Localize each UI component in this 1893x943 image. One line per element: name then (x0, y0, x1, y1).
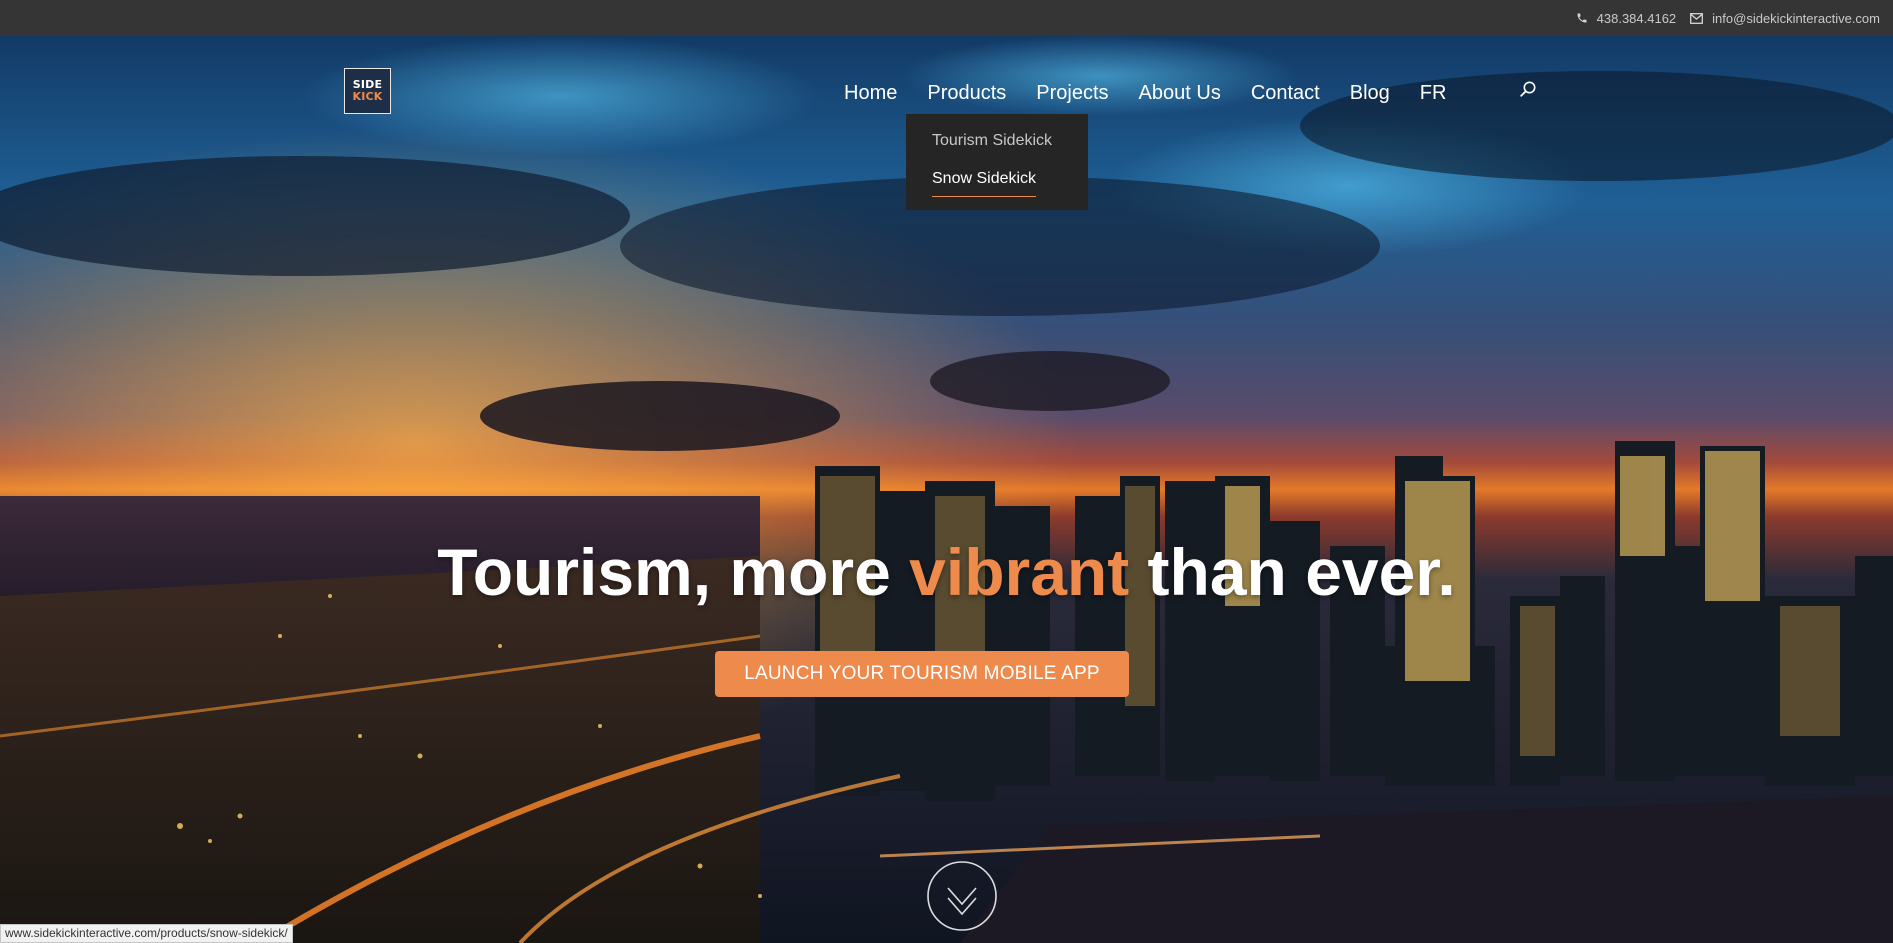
main-nav: Home Products Projects About Us Contact … (844, 78, 1447, 118)
dropdown-item-label: Tourism Sidekick (932, 132, 1053, 149)
nav-projects[interactable]: Projects (1036, 82, 1108, 105)
phone-contact[interactable]: 438.384.4162 (1576, 10, 1677, 26)
search-icon[interactable] (1518, 80, 1538, 100)
nav-about-us[interactable]: About Us (1139, 82, 1221, 105)
contact-info: 438.384.4162 info@sidekickinteractive.co… (1576, 0, 1880, 36)
sidekick-logo[interactable]: SIDE KICK (344, 68, 391, 114)
headline-accent-word: vibrant (909, 535, 1130, 609)
nav-blog[interactable]: Blog (1350, 82, 1390, 105)
logo-line-2: KICK (352, 90, 383, 103)
contact-bar: 438.384.4162 info@sidekickinteractive.co… (0, 0, 1893, 36)
headline-text-end: than ever. (1129, 535, 1456, 609)
nav-home[interactable]: Home (844, 82, 897, 105)
chevron-down-icon[interactable] (926, 860, 998, 932)
dropdown-snow-sidekick[interactable]: Snow Sidekick (932, 170, 1088, 208)
nav-contact[interactable]: Contact (1251, 82, 1320, 105)
nav-language-fr[interactable]: FR (1420, 82, 1447, 105)
envelope-icon (1690, 12, 1704, 24)
email-address: info@sidekickinteractive.com (1712, 10, 1880, 26)
hero-headline: Tourism, more vibrant than ever. (0, 532, 1893, 612)
dropdown-tourism-sidekick[interactable]: Tourism Sidekick (932, 132, 1088, 170)
launch-app-button[interactable]: LAUNCH YOUR TOURISM MOBILE APP (715, 651, 1129, 697)
email-contact[interactable]: info@sidekickinteractive.com (1690, 11, 1880, 26)
phone-number: 438.384.4162 (1596, 10, 1677, 26)
status-bar-url: www.sidekickinteractive.com/products/sno… (0, 924, 293, 943)
products-dropdown: Tourism Sidekick Snow Sidekick (906, 114, 1088, 210)
nav-products[interactable]: Products (927, 82, 1022, 118)
headline-text-start: Tourism, more (437, 535, 910, 609)
phone-icon (1577, 13, 1587, 23)
dropdown-item-label: Snow Sidekick (932, 170, 1037, 197)
